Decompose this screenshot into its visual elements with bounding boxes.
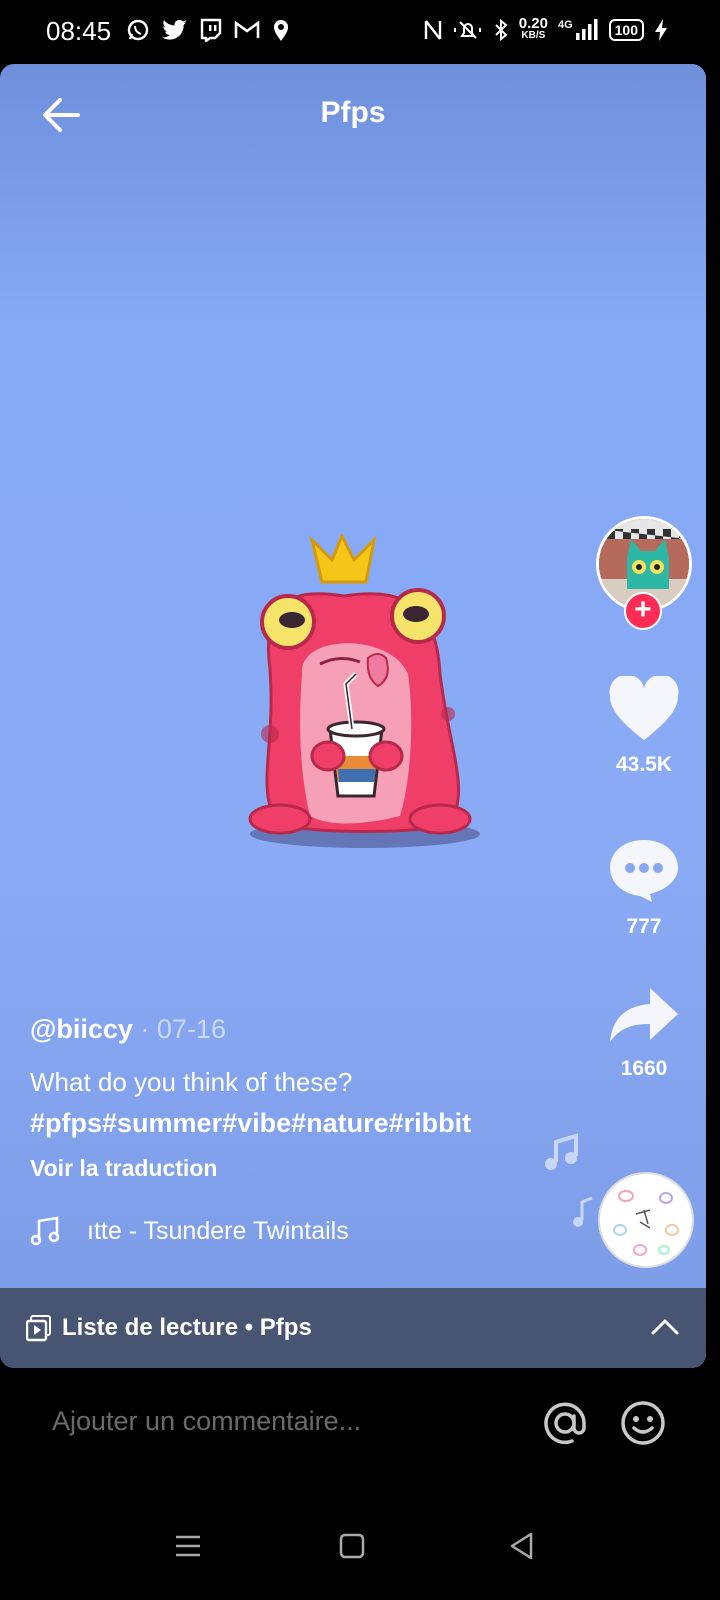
- like-count: 43.5K: [615, 753, 673, 776]
- net-speed-value: 0.20: [518, 15, 548, 32]
- video-caption: @biiccy · 07-16 What do you think of the…: [30, 1014, 590, 1182]
- video-description: What do you think of these?: [30, 1067, 353, 1097]
- location-icon: [274, 20, 288, 41]
- net-speed-unit: KB/S: [521, 30, 546, 41]
- author-row: @biiccy · 07-16: [30, 1014, 590, 1045]
- author-username[interactable]: @biiccy: [30, 1014, 133, 1044]
- gmail-icon: [234, 20, 260, 38]
- comment-input[interactable]: [52, 1406, 502, 1437]
- chevron-up-icon[interactable]: [650, 1314, 680, 1338]
- music-info[interactable]: ıtte - Tsundere Twintails: [30, 1216, 349, 1246]
- share-count: 1660: [620, 1057, 668, 1080]
- comment-count: 777: [626, 915, 662, 938]
- playlist-label: Liste de lecture • Pfps: [62, 1314, 312, 1341]
- battery-level: 100: [614, 22, 638, 38]
- post-date: 07-16: [156, 1014, 226, 1044]
- translate-link[interactable]: Voir la traduction: [30, 1155, 590, 1182]
- system-icons: 0.20 KB/S 4G 100: [423, 15, 668, 42]
- page-title: Pfps: [320, 96, 386, 129]
- twitch-icon: [200, 18, 222, 42]
- network-type: 4G: [557, 19, 573, 31]
- frog-sticker-image: [248, 534, 480, 848]
- like-button[interactable]: 43.5K: [596, 674, 692, 777]
- mute-icon: [453, 21, 481, 39]
- share-arrow-icon: [610, 988, 678, 1042]
- comment-bubble-icon: [610, 840, 678, 902]
- video-panel[interactable]: Pfps + 43.5K 777 1660 @biiccy · 07-16 Wh…: [0, 64, 706, 1368]
- net-speed: 0.20 KB/S: [518, 15, 548, 42]
- signal-group: 4G: [558, 19, 599, 41]
- status-bar: 08:45 0.20 KB/S 4G 100: [0, 0, 720, 64]
- hashtags[interactable]: #pfps#summer#vibe#nature#ribbit: [30, 1108, 590, 1139]
- status-time: 08:45: [46, 16, 112, 46]
- twitter-icon: [162, 19, 187, 40]
- menu-icon[interactable]: [170, 1528, 206, 1564]
- bluetooth-icon: [495, 18, 508, 42]
- heart-icon: [609, 674, 679, 740]
- comment-button[interactable]: 777: [596, 836, 692, 939]
- signal-icon: [575, 19, 598, 40]
- share-button[interactable]: 1660: [596, 986, 692, 1081]
- system-nav-bar: [0, 1500, 720, 1600]
- nfc-icon: [424, 20, 441, 40]
- charging-icon: [655, 19, 667, 41]
- whatsapp-icon: [127, 19, 149, 41]
- comment-bar: [0, 1380, 720, 1490]
- date-separator: ·: [140, 1014, 150, 1044]
- battery-icon: 100: [608, 19, 644, 41]
- music-disc[interactable]: [598, 1172, 694, 1268]
- disc-art-image: [602, 1176, 690, 1264]
- playlist-icon: [26, 1315, 51, 1342]
- follow-button[interactable]: +: [624, 592, 662, 630]
- emoji-icon[interactable]: [620, 1400, 666, 1446]
- music-note-icon: [30, 1216, 60, 1246]
- music-title: ıtte - Tsundere Twintails: [82, 1216, 349, 1245]
- notification-icons: [126, 18, 290, 42]
- back-triangle-icon[interactable]: [504, 1528, 540, 1564]
- mention-at-icon[interactable]: [542, 1400, 588, 1446]
- playlist-bar[interactable]: Liste de lecture • Pfps: [0, 1288, 706, 1368]
- home-square-icon[interactable]: [334, 1528, 370, 1564]
